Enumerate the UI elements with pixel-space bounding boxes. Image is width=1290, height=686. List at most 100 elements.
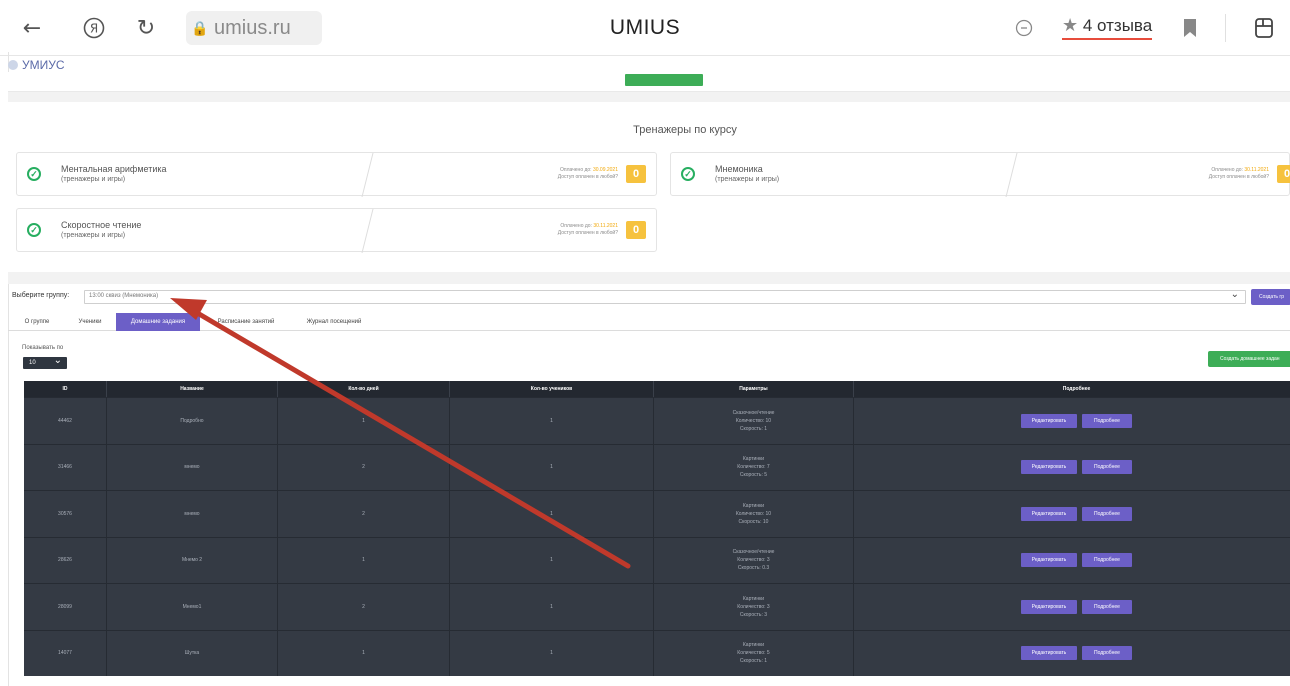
cell-params: Сказочное/чтение Количество: 3 Скорость: 0… — [654, 537, 854, 583]
details-button[interactable]: Подробнее — [1082, 413, 1132, 428]
table-row: 30576 мнемо 2 1 Картинки Количество: 10 Скорос… — [24, 490, 1290, 537]
star-icon: ★ — [1062, 15, 1079, 35]
paid-until-date: 30.11.2021 — [593, 223, 618, 229]
paid-until-date: 30.11.2021 — [1244, 167, 1269, 173]
cell-students: 1 — [450, 491, 654, 537]
param-line: Картинки — [742, 642, 765, 649]
edit-button[interactable]: Редактировать — [1021, 553, 1077, 568]
param-line: Количество: 10 — [735, 417, 772, 424]
param-line: Скорость: 1 — [739, 658, 768, 665]
chevron-down-icon: ⌄ — [1230, 289, 1239, 300]
check-icon: ✓ — [27, 167, 41, 181]
browser-toolbar: ← Я ↻ 🔒 umius.ru UMIUS ★ 4 отзыва — [0, 0, 1290, 56]
cell-students: 1 — [450, 584, 654, 630]
param-line: Количество: 3 — [737, 557, 770, 564]
param-line: Скорость: 5 — [739, 472, 768, 479]
paid-until-label: Оплачено до: — [560, 223, 594, 229]
access-note: Доступ оплачен в любой? — [1208, 174, 1269, 180]
cell-actions: Редактировать Подробнее — [854, 538, 1290, 584]
param-line: Скорость: 10 — [738, 518, 769, 525]
protect-icon[interactable] — [1248, 12, 1280, 44]
cell-id: 44462 — [24, 398, 107, 444]
tab-homework[interactable]: Домашние задания — [116, 313, 200, 331]
create-homework-button[interactable]: Создать домашнее задан — [1208, 351, 1290, 367]
details-button[interactable]: Подробнее — [1082, 599, 1132, 614]
bookmark-icon[interactable] — [1174, 12, 1206, 44]
edit-button[interactable]: Редактировать — [1021, 413, 1077, 428]
cell-actions: Редактировать Подробнее — [854, 445, 1290, 491]
cell-name: мнемо — [107, 491, 278, 537]
course-card[interactable]: ✓ Ментальная арифметика (тренажеры и игр… — [16, 152, 657, 197]
tab-attendance[interactable]: Журнал посещений — [292, 313, 376, 331]
col-header-details[interactable]: Подробнее — [854, 381, 1290, 397]
per-page-select[interactable]: 10 ⌄ — [23, 355, 67, 369]
table-row: 44462 Подробно 1 1 Сказочное/чтение Количеств… — [24, 397, 1290, 444]
param-line: Количество: 3 — [737, 603, 770, 610]
site-logo[interactable]: УМИУС — [8, 58, 65, 72]
tab-about-group[interactable]: О группе — [12, 313, 62, 331]
cell-days: 2 — [278, 491, 450, 537]
course-subtitle: (тренажеры и игры) — [715, 176, 780, 183]
course-badge[interactable]: 0 — [626, 165, 646, 183]
reviews-link[interactable]: ★ 4 отзыва — [1062, 15, 1153, 40]
cell-params: Картинки Количество: 5 Скорость: 1 — [654, 630, 854, 676]
card-divider — [361, 153, 374, 197]
col-header-params[interactable]: Параметры — [654, 381, 854, 397]
col-header-name[interactable]: Название — [107, 381, 278, 397]
tab-students[interactable]: Ученики — [68, 313, 112, 331]
details-button[interactable]: Подробнее — [1082, 460, 1132, 475]
paid-until-label: Оплачено до: — [559, 167, 593, 173]
cell-students: 1 — [450, 444, 654, 490]
cell-students: 1 — [450, 537, 654, 583]
course-info: Оплачено до: 30.09.2021 Доступ оплачен в… — [558, 167, 618, 181]
col-header-students[interactable]: Кол-во учеников — [450, 381, 654, 397]
tab-schedule[interactable]: Расписание занятий — [204, 313, 288, 331]
section-separator — [8, 92, 1290, 102]
cell-students: 1 — [450, 630, 654, 676]
param-line: Количество: 7 — [737, 464, 770, 471]
course-card[interactable]: ✓ Скоростное чтение (тренажеры и игры) О… — [16, 208, 657, 253]
cell-actions: Редактировать Подробнее — [854, 398, 1290, 444]
card-divider — [1005, 153, 1018, 197]
toolbar-divider — [1225, 14, 1226, 42]
group-select-label: Выберите группу: — [12, 292, 70, 299]
table-body: 44462 Подробно 1 1 Сказочное/чтение Количеств… — [24, 397, 1290, 676]
cell-name: Подробно — [107, 398, 278, 444]
details-button[interactable]: Подробнее — [1082, 506, 1132, 521]
course-badge[interactable]: 0 — [1277, 165, 1290, 183]
cell-id: 28099 — [24, 584, 107, 630]
cell-actions: Редактировать Подробнее — [854, 631, 1290, 677]
cell-days: 1 — [278, 630, 450, 676]
group-select-value: 13:00 сквиз (Мнемоника) — [89, 293, 159, 299]
edit-button[interactable]: Редактировать — [1021, 646, 1077, 661]
table-row: 28099 Мнемо1 2 1 Картинки Количество: 3 Скорос… — [24, 583, 1290, 630]
course-info: Оплачено до: 30.11.2021 Доступ оплачен в… — [1209, 167, 1269, 181]
edit-button[interactable]: Редактировать — [1021, 506, 1077, 521]
param-line: Сказочное/чтение — [732, 549, 775, 556]
table-row: 14077 Шутка 1 1 Картинки Количество: 5 Скорост… — [24, 629, 1290, 677]
param-line: Картинки — [742, 502, 765, 509]
top-green-button[interactable] — [625, 74, 703, 86]
section-separator — [8, 272, 1290, 284]
col-header-days[interactable]: Кол-во дней — [278, 381, 450, 397]
param-line: Скорость: 1 — [739, 425, 768, 432]
details-button[interactable]: Подробнее — [1082, 553, 1132, 568]
course-card[interactable]: ✓ Мнемоника (тренажеры и игры) Оплачено … — [670, 152, 1290, 197]
col-header-id[interactable]: ID — [24, 381, 107, 397]
logo-icon — [8, 60, 18, 70]
course-info: Оплачено до: 30.11.2021 Доступ оплачен в… — [558, 223, 618, 237]
access-note: Доступ оплачен в любой? — [557, 174, 618, 180]
create-group-button[interactable]: Создать гр — [1251, 289, 1290, 305]
trainers-title: Тренажеры по курсу — [633, 124, 737, 136]
tab-bar: О группе Ученики Домашние задания Распис… — [8, 313, 1290, 331]
details-button[interactable]: Подробнее — [1082, 646, 1132, 661]
chat-icon[interactable] — [1008, 12, 1040, 44]
homework-table: ID Название Кол-во дней Кол-во учеников … — [24, 381, 1290, 676]
edit-button[interactable]: Редактировать — [1021, 599, 1077, 614]
edit-button[interactable]: Редактировать — [1021, 460, 1077, 475]
cell-params: Картинки Количество: 7 Скорость: 5 — [654, 444, 854, 490]
cell-students: 1 — [450, 398, 654, 444]
group-select[interactable]: 13:00 сквиз (Мнемоника) ⌄ — [84, 289, 1246, 304]
course-badge[interactable]: 0 — [626, 221, 646, 239]
paid-until-date: 30.09.2021 — [592, 167, 618, 173]
